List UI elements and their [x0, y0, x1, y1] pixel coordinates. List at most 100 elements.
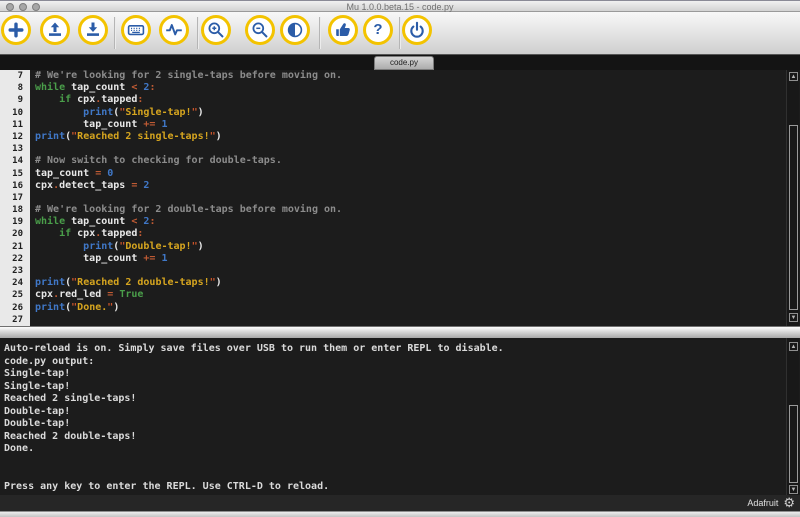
zoom-in-button[interactable]: [201, 15, 231, 45]
theme-button[interactable]: [280, 15, 310, 45]
download-icon: [84, 21, 102, 39]
code-line: # Now switch to checking for double-taps…: [35, 155, 282, 167]
line-number: 10: [12, 107, 23, 118]
upload-icon: [46, 21, 64, 39]
scroll-down-icon[interactable]: ▼: [789, 485, 798, 494]
code-line: print("Reached 2 double-taps!"): [35, 277, 222, 289]
plotter-button[interactable]: [159, 15, 189, 45]
serial-scrollbar[interactable]: ▲ ▼: [786, 338, 799, 495]
thumbs-up-icon: [334, 21, 352, 39]
serial-pane[interactable]: Auto-reload is on. Simply save files ove…: [0, 338, 800, 495]
quit-button[interactable]: [402, 15, 432, 45]
line-number: 21: [12, 241, 23, 252]
save-button[interactable]: [78, 15, 108, 45]
line-number-gutter: 7 8 9 10 11 12 13 14 15 16 17 18 19 20 21 22 23 24 25 26 27: [0, 70, 30, 326]
plus-icon: [7, 21, 25, 39]
line-number: 15: [12, 168, 23, 179]
keyboard-icon: [127, 21, 145, 39]
line-number: 7: [17, 71, 23, 81]
code-line: tap_count = 0: [35, 167, 114, 179]
code-area[interactable]: # We're looking for 2 single-taps before…: [30, 70, 786, 326]
serial-line: [0, 456, 800, 469]
code-line: print("Single-tap!"): [83, 106, 204, 118]
line-number: 22: [12, 253, 23, 264]
line-number: 17: [12, 192, 23, 203]
question-icon: ?: [373, 21, 383, 38]
line-number: 24: [12, 278, 23, 289]
tab-bar: code.py: [0, 55, 800, 70]
pulse-icon: [165, 21, 183, 39]
zoom-in-icon: [207, 21, 225, 39]
pane-splitter[interactable]: [0, 326, 800, 338]
line-number: 25: [12, 290, 23, 301]
serial-line: Reached 2 double-taps!: [4, 430, 137, 442]
line-number: 8: [17, 83, 23, 94]
code-line: cpx.red_led = True: [35, 289, 144, 301]
power-icon: [408, 21, 426, 39]
zoom-out-icon: [251, 21, 269, 39]
gear-icon[interactable]: ⚙: [783, 496, 795, 510]
status-bar: Adafruit ⚙: [0, 495, 800, 511]
line-number: 9: [17, 95, 23, 106]
code-editor[interactable]: 7 8 9 10 11 12 13 14 15 16 17 18 19 20 21 22 23 24 25 26 27 …: [0, 70, 800, 326]
serial-line: Reached 2 single-taps!: [4, 393, 137, 405]
code-line: # We're looking for 2 double-taps before…: [35, 204, 343, 216]
window-bottom-edge: [0, 511, 800, 517]
line-number: 20: [12, 229, 23, 240]
code-line: print("Double-tap!"): [83, 240, 204, 252]
toolbar-separator: [197, 17, 198, 49]
line-number: 12: [12, 131, 23, 142]
new-button[interactable]: [1, 15, 31, 45]
code-line: while tap_count < 2:: [35, 216, 156, 228]
serial-line: Double-tap!: [4, 418, 71, 430]
line-number: 19: [12, 217, 23, 228]
window-title: Mu 1.0.0.beta.15 - code.py: [346, 2, 454, 12]
scroll-up-icon[interactable]: ▲: [789, 72, 798, 81]
serial-scrollbar-thumb[interactable]: [789, 405, 798, 483]
editor-scrollbar[interactable]: ▲ ▼: [786, 70, 799, 326]
code-line: tap_count += 1: [35, 252, 168, 264]
scroll-up-icon[interactable]: ▲: [789, 342, 798, 351]
mu-window: Mu 1.0.0.beta.15 - code.py ? code.py 7 89…: [0, 0, 800, 517]
device-mode-label: Adafruit: [747, 498, 779, 508]
toolbar-separator: [399, 17, 400, 49]
tab-code-py[interactable]: code.py: [374, 56, 434, 70]
load-button[interactable]: [40, 15, 70, 45]
toolbar: ?: [0, 12, 800, 55]
code-line: # We're looking for 2 single-taps before…: [35, 70, 343, 81]
toolbar-separator: [319, 17, 320, 49]
serial-line: Single-tap!: [4, 368, 71, 380]
line-number: 18: [12, 205, 23, 216]
serial-line: Single-tap!: [4, 380, 71, 392]
code-line: while tap_count < 2:: [35, 82, 156, 94]
serial-line: Done.: [4, 443, 35, 455]
line-number: 14: [12, 156, 23, 167]
scroll-down-icon[interactable]: ▼: [789, 313, 798, 322]
toolbar-separator: [114, 17, 115, 49]
serial-button[interactable]: [121, 15, 151, 45]
line-number: 23: [12, 266, 23, 276]
code-line: print("Done."): [35, 301, 120, 313]
titlebar: Mu 1.0.0.beta.15 - code.py: [0, 0, 800, 12]
serial-line: Double-tap!: [4, 405, 71, 417]
line-number: 13: [12, 144, 23, 155]
line-number: 27: [12, 314, 23, 325]
line-number: 26: [12, 302, 23, 313]
code-line: if cpx.tapped:: [59, 94, 144, 106]
code-line: print("Reached 2 single-taps!"): [35, 130, 222, 142]
serial-line: Auto-reload is on. Simply save files ove…: [4, 343, 504, 354]
zoom-out-button[interactable]: [245, 15, 275, 45]
contrast-icon: [286, 21, 304, 39]
code-line: cpx.detect_taps = 2: [35, 179, 150, 191]
serial-line: Press any key to enter the REPL. Use CTR…: [4, 481, 330, 493]
check-button[interactable]: [328, 15, 358, 45]
code-line: tap_count += 1: [35, 118, 168, 130]
serial-line: [0, 468, 800, 481]
help-button[interactable]: ?: [363, 15, 393, 45]
serial-line: code.py output:: [4, 355, 95, 367]
editor-scrollbar-thumb[interactable]: [789, 125, 798, 310]
code-line: if cpx.tapped:: [59, 228, 144, 240]
